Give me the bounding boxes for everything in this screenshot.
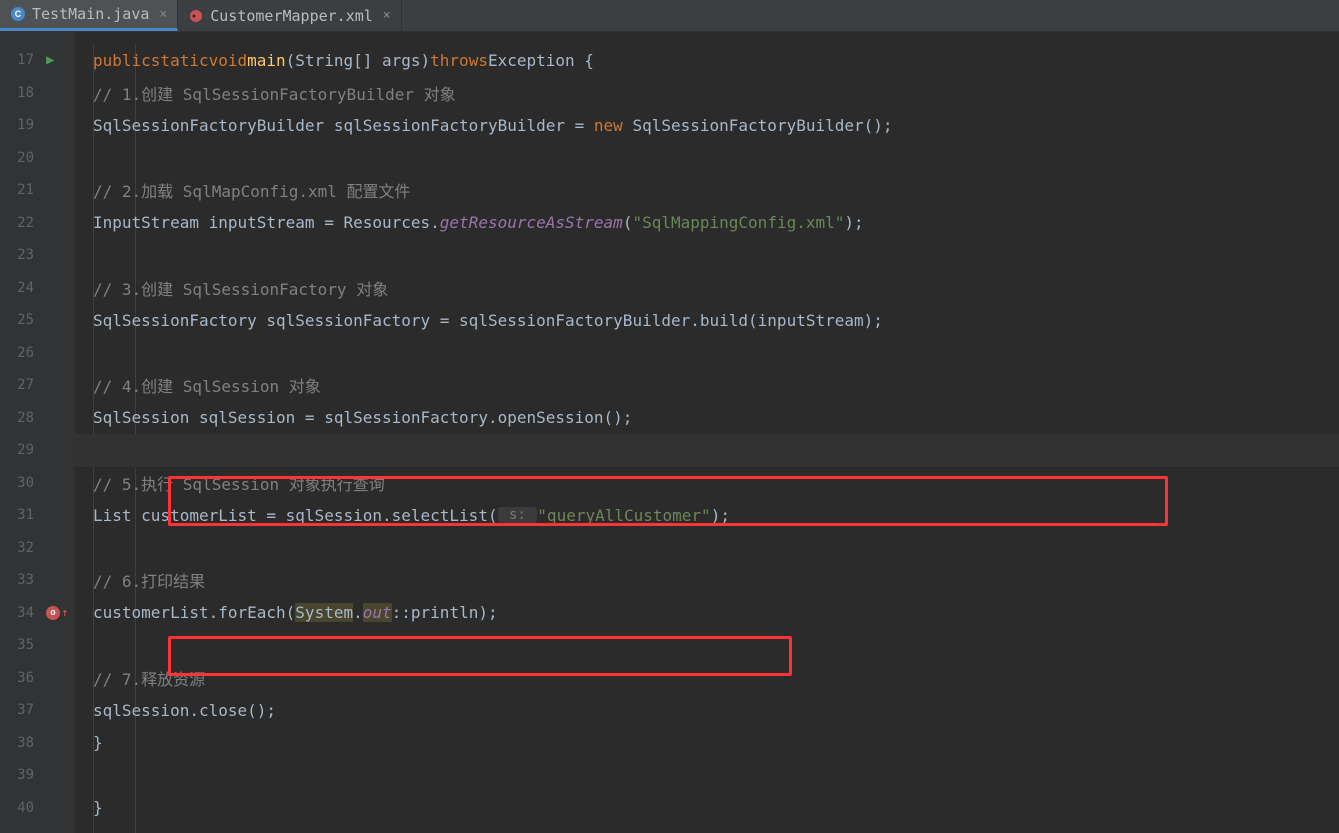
line-number: 27 [0, 377, 40, 393]
code-line[interactable]: sqlSession.close(); [75, 694, 1339, 727]
gutter-row[interactable]: 36 [0, 662, 75, 695]
close-icon[interactable]: × [383, 8, 391, 23]
gutter-row[interactable]: 40 [0, 792, 75, 825]
code-line[interactable]: } [75, 727, 1339, 760]
code-line[interactable] [75, 239, 1339, 272]
line-number: 23 [0, 247, 40, 263]
override-icon[interactable]: o [46, 606, 60, 620]
code-line[interactable] [75, 337, 1339, 370]
line-number: 25 [0, 312, 40, 328]
code-line[interactable]: // 2.加载 SqlMapConfig.xml 配置文件 [75, 174, 1339, 207]
line-number: 29 [0, 442, 40, 458]
gutter-row[interactable]: 23 [0, 239, 75, 272]
code-line[interactable]: // 5.执行 SqlSession 对象执行查询 [75, 467, 1339, 500]
code-line[interactable] [75, 759, 1339, 792]
gutter-row[interactable]: 33 [0, 564, 75, 597]
gutter-row[interactable]: 29 [0, 434, 75, 467]
editor-tabs: C TestMain.java × CustomerMapper.xml × [0, 0, 1339, 32]
java-class-icon: C [10, 6, 26, 22]
gutter-row[interactable]: 39 [0, 759, 75, 792]
gutter-row[interactable]: 28 [0, 402, 75, 435]
line-number: 19 [0, 117, 40, 133]
code-line[interactable]: public static void main(String[] args) t… [75, 44, 1339, 77]
gutter-row[interactable]: 37 [0, 694, 75, 727]
close-icon[interactable]: × [159, 7, 167, 22]
gutter-row[interactable]: 26 [0, 337, 75, 370]
code-line[interactable]: // 1.创建 SqlSessionFactoryBuilder 对象 [75, 77, 1339, 110]
code-line[interactable]: // 6.打印结果 [75, 564, 1339, 597]
code-line[interactable] [75, 434, 1339, 467]
line-number: 22 [0, 215, 40, 231]
gutter-row[interactable]: 25 [0, 304, 75, 337]
line-number: 31 [0, 507, 40, 523]
gutter-row[interactable]: 18 [0, 77, 75, 110]
gutter-row[interactable]: 38 [0, 727, 75, 760]
line-number: 20 [0, 150, 40, 166]
line-number: 35 [0, 637, 40, 653]
run-icon[interactable]: ▶ [46, 52, 54, 68]
gutter-row[interactable]: 20 [0, 142, 75, 175]
line-number: 21 [0, 182, 40, 198]
param-hint: s: [498, 507, 538, 523]
line-number: 18 [0, 85, 40, 101]
line-number: 28 [0, 410, 40, 426]
line-number: 36 [0, 670, 40, 686]
line-number: 26 [0, 345, 40, 361]
gutter-row[interactable]: 34 o [0, 597, 75, 630]
code-line[interactable]: customerList.forEach(System.out::println… [75, 597, 1339, 630]
code-line[interactable]: SqlSessionFactoryBuilder sqlSessionFacto… [75, 109, 1339, 142]
gutter-row[interactable]: 27 [0, 369, 75, 402]
gutter-row[interactable]: 21 [0, 174, 75, 207]
code-area[interactable]: public static void main(String[] args) t… [75, 32, 1339, 833]
gutter-row[interactable]: 19 [0, 109, 75, 142]
line-number: 24 [0, 280, 40, 296]
code-line[interactable]: InputStream inputStream = Resources.getR… [75, 207, 1339, 240]
gutter-row[interactable]: 24 [0, 272, 75, 305]
xml-file-icon [188, 8, 204, 24]
code-line[interactable]: List customerList = sqlSession.selectLis… [75, 499, 1339, 532]
gutter: 17 ▶ 18 19 20 21 22 23 24 25 26 27 28 29 30 31 32 33 34 o 35… [0, 32, 75, 833]
line-number: 17 [0, 52, 40, 68]
code-line[interactable]: SqlSession sqlSession = sqlSessionFactor… [75, 402, 1339, 435]
gutter-row[interactable]: 30 [0, 467, 75, 500]
gutter-row[interactable]: 17 ▶ [0, 44, 75, 77]
line-number: 32 [0, 540, 40, 556]
code-line[interactable]: // 3.创建 SqlSessionFactory 对象 [75, 272, 1339, 305]
line-number: 38 [0, 735, 40, 751]
gutter-row[interactable]: 32 [0, 532, 75, 565]
gutter-row[interactable]: 35 [0, 629, 75, 662]
tab-label: TestMain.java [32, 5, 149, 23]
line-number: 37 [0, 702, 40, 718]
line-number: 34 [0, 605, 40, 621]
code-line[interactable] [75, 629, 1339, 662]
gutter-row[interactable]: 22 [0, 207, 75, 240]
svg-text:C: C [15, 9, 22, 19]
line-number: 33 [0, 572, 40, 588]
line-number: 30 [0, 475, 40, 491]
tab-testmain[interactable]: C TestMain.java × [0, 0, 178, 31]
code-line[interactable] [75, 142, 1339, 175]
code-line[interactable] [75, 532, 1339, 565]
gutter-row[interactable]: 31 [0, 499, 75, 532]
line-number: 40 [0, 800, 40, 816]
code-line[interactable]: // 7.释放资源 [75, 662, 1339, 695]
tab-customermapper[interactable]: CustomerMapper.xml × [178, 0, 401, 31]
tab-label: CustomerMapper.xml [210, 7, 373, 25]
code-line[interactable]: SqlSessionFactory sqlSessionFactory = sq… [75, 304, 1339, 337]
code-editor[interactable]: 17 ▶ 18 19 20 21 22 23 24 25 26 27 28 29 30 31 32 33 34 o 35… [0, 32, 1339, 833]
code-line[interactable]: // 4.创建 SqlSession 对象 [75, 369, 1339, 402]
code-line[interactable]: } [75, 792, 1339, 825]
line-number: 39 [0, 767, 40, 783]
